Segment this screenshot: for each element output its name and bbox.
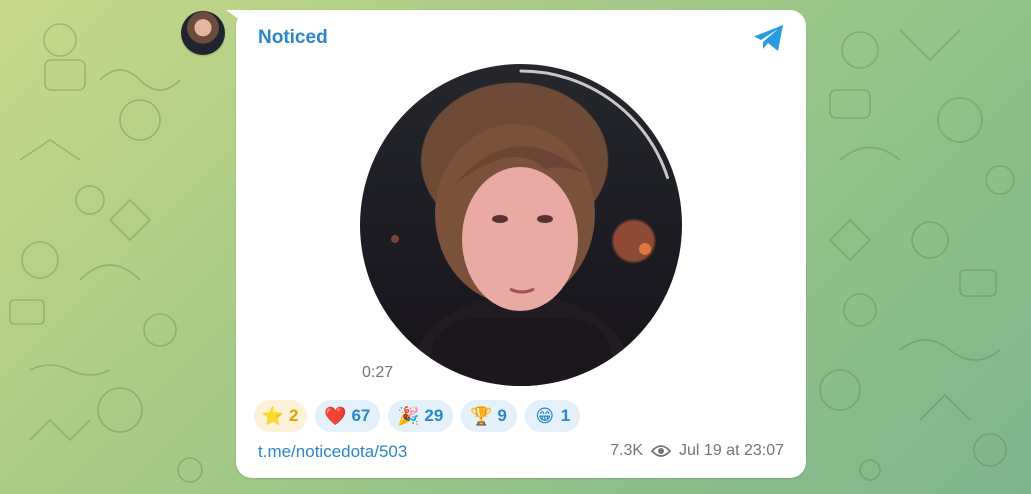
- post-link[interactable]: t.me/noticedota/503: [258, 442, 407, 462]
- reaction-trophy[interactable]: 🏆 9: [461, 400, 517, 432]
- reaction-heart[interactable]: ❤️ 67: [315, 400, 381, 432]
- channel-avatar[interactable]: [181, 11, 225, 55]
- trophy-icon: 🏆: [470, 405, 493, 426]
- reaction-count: 67: [351, 406, 371, 425]
- reaction-count: 1: [560, 406, 571, 425]
- reaction-grin[interactable]: 😁 1: [524, 400, 581, 432]
- video-message[interactable]: [360, 64, 682, 386]
- grinning-face-icon: 😁: [535, 405, 555, 426]
- video-duration: 0:27: [362, 364, 394, 381]
- telegram-icon[interactable]: [752, 23, 786, 53]
- reaction-star[interactable]: ⭐ 2: [254, 400, 308, 432]
- view-count: 7.3K: [610, 442, 644, 459]
- playback-progress-ring: [365, 69, 677, 381]
- heart-icon: ❤️: [324, 405, 347, 426]
- message-bubble: Noticed 0:27 ⭐ 2 ❤️ 67 🎉 29 🏆 9 😁 1 t.me…: [236, 10, 806, 478]
- party-popper-icon: 🎉: [397, 405, 420, 426]
- reaction-count: 29: [424, 406, 444, 425]
- message-meta: 7.3K Jul 19 at 23:07: [610, 442, 784, 460]
- message-time: Jul 19 at 23:07: [679, 442, 784, 459]
- channel-name[interactable]: Noticed: [258, 27, 328, 49]
- reaction-party[interactable]: 🎉 29: [388, 400, 454, 432]
- eye-icon: [651, 445, 672, 457]
- reactions-bar: ⭐ 2 ❤️ 67 🎉 29 🏆 9 😁 1: [254, 400, 581, 432]
- reaction-count: 9: [497, 406, 507, 425]
- star-icon: ⭐: [261, 405, 285, 426]
- reaction-count: 2: [289, 406, 299, 425]
